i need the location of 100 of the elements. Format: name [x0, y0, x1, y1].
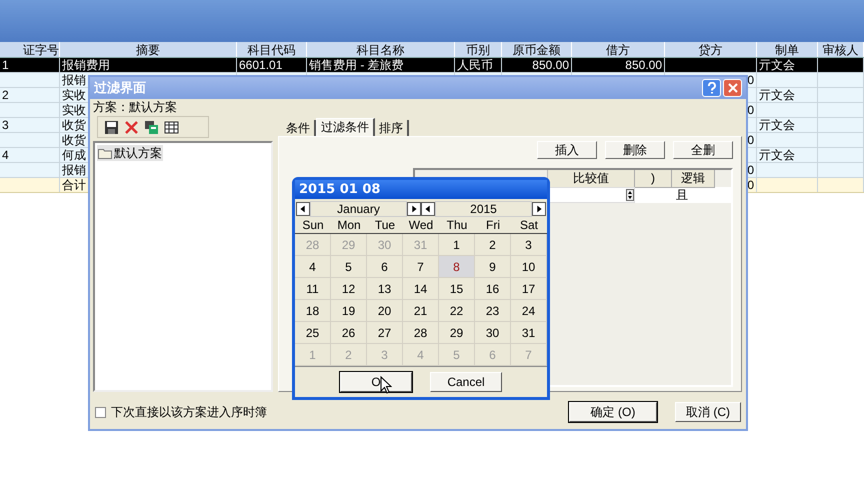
table-cell: 1 [2, 58, 9, 72]
day-cell[interactable]: 29 [439, 322, 475, 344]
tab[interactable]: 过滤条件 [316, 118, 375, 136]
table-cell: 4 [2, 148, 9, 162]
close-button[interactable] [723, 79, 742, 97]
weekday-label: Sat [520, 218, 538, 232]
grid-icon[interactable] [164, 120, 179, 134]
grid-button[interactable]: 删除 [605, 141, 665, 159]
help-button[interactable] [702, 79, 721, 97]
day-cell[interactable]: 30 [475, 322, 511, 344]
weekday-label: Tue [374, 218, 396, 232]
day-cell[interactable]: 5 [331, 256, 367, 278]
table-cell: 人民币 [457, 58, 493, 72]
table-cell: 亓文会 [759, 58, 795, 72]
day-cell[interactable]: 22 [439, 300, 475, 322]
dialog-button[interactable]: 确定 (O) [569, 402, 657, 422]
day-cell[interactable]: 10 [511, 256, 547, 278]
weekday-label: Sun [302, 218, 324, 232]
day-cell[interactable]: 4 [295, 256, 331, 278]
column-header[interactable]: 科目名称 [307, 42, 455, 57]
day-cell[interactable]: 25 [295, 322, 331, 344]
day-cell[interactable]: 13 [367, 278, 403, 300]
column-header[interactable]: 科目代码 [237, 42, 307, 57]
day-cell[interactable]: 26 [331, 322, 367, 344]
column-header[interactable]: 制单 [757, 42, 818, 57]
day-cell[interactable]: 8 [439, 256, 475, 278]
day-cell[interactable]: 14 [403, 278, 439, 300]
day-cell[interactable]: 16 [475, 278, 511, 300]
dialog-button[interactable]: 取消 (C) [675, 402, 741, 422]
table-cell: 亓文会 [759, 88, 795, 102]
help-icon [706, 82, 716, 94]
table-cell: 0 [747, 163, 754, 177]
column-header[interactable]: 借方 [572, 42, 665, 57]
day-cell[interactable]: 17 [511, 278, 547, 300]
checkbox[interactable] [95, 406, 106, 418]
close-icon [728, 83, 738, 93]
column-header[interactable]: 逻辑 [672, 170, 715, 188]
table-cell: 亓文会 [759, 148, 795, 162]
table-cell: 2 [2, 88, 9, 102]
grid-button[interactable]: 全删 [673, 141, 733, 159]
day-cell[interactable]: 23 [475, 300, 511, 322]
scheme-item[interactable]: 默认方案 [97, 145, 163, 161]
table-cell: 0 [747, 103, 754, 117]
day-cell[interactable]: 6 [367, 256, 403, 278]
column-header[interactable]: 审核人 [818, 42, 864, 57]
day-cell[interactable]: 2 [475, 234, 511, 256]
day-cell[interactable]: 27 [367, 322, 403, 344]
column-header[interactable]: 摘要 [60, 42, 237, 57]
table-cell: 报销费用 [62, 58, 110, 72]
day-cell[interactable]: 28 [403, 322, 439, 344]
day-cell[interactable]: 21 [403, 300, 439, 322]
date-picker-button[interactable]: O [340, 372, 412, 392]
date-picker-button[interactable]: Cancel [430, 372, 502, 392]
window-title: 过滤界面 [94, 79, 147, 98]
table-cell: 合计 [62, 178, 86, 192]
table-cell: 且 [676, 188, 688, 202]
column-header[interactable]: ) [635, 170, 672, 188]
table-cell: 报销 [62, 73, 86, 87]
table-cell: 850.00 [532, 58, 569, 72]
table-cell: 0 [747, 133, 754, 147]
column-header[interactable]: 原币金额 [502, 42, 572, 57]
table-cell: 收货 [62, 118, 86, 132]
weekday-label: Fri [486, 218, 500, 232]
month-selector[interactable]: January [310, 201, 407, 217]
previous-icon[interactable] [296, 202, 310, 216]
day-cell[interactable]: 19 [331, 300, 367, 322]
year-selector[interactable]: 2015 [435, 201, 532, 217]
date-picker-title: 2015 01 08 [295, 180, 547, 199]
weekday-label: Wed [408, 218, 434, 232]
cursor-icon [380, 376, 392, 394]
previous-icon[interactable] [421, 202, 435, 216]
column-header[interactable]: 贷方 [665, 42, 757, 57]
spinner-icon[interactable] [626, 189, 634, 201]
copy-icon[interactable] [144, 120, 159, 134]
table-cell: 0 [747, 73, 754, 87]
table-cell: 何成 [62, 148, 86, 162]
day-cell[interactable]: 20 [367, 300, 403, 322]
table-cell: 6601.01 [239, 58, 282, 72]
column-header[interactable]: 比较值 [548, 170, 635, 188]
checkbox-label: 下次直接以该方案进入序时簿 [111, 404, 267, 421]
day-cell[interactable]: 18 [295, 300, 331, 322]
table-row[interactable]: 1 报销费用 6601.01 销售费用 - 差旅费 人民币 850.00 850.00 亓文会 [0, 58, 864, 73]
grid-button[interactable]: 插入 [537, 141, 597, 159]
save-icon[interactable] [104, 120, 119, 134]
delete-icon[interactable] [124, 120, 139, 134]
day-cell[interactable]: 11 [295, 278, 331, 300]
day-cell[interactable]: 3 [511, 234, 547, 256]
day-cell[interactable]: 24 [511, 300, 547, 322]
table-cell: 亓文会 [759, 118, 795, 132]
column-header[interactable]: 币别 [455, 42, 502, 57]
table-cell: 销售费用 - 差旅费 [309, 58, 404, 72]
day-cell[interactable]: 12 [331, 278, 367, 300]
table-cell: 实收 [62, 88, 86, 102]
day-cell[interactable]: 9 [475, 256, 511, 278]
next-icon[interactable] [407, 202, 421, 216]
day-cell[interactable]: 15 [439, 278, 475, 300]
value-field[interactable] [548, 187, 635, 203]
column-header[interactable]: 证字号 [0, 42, 60, 57]
next-icon[interactable] [532, 202, 546, 216]
day-cell[interactable]: 31 [511, 322, 547, 344]
